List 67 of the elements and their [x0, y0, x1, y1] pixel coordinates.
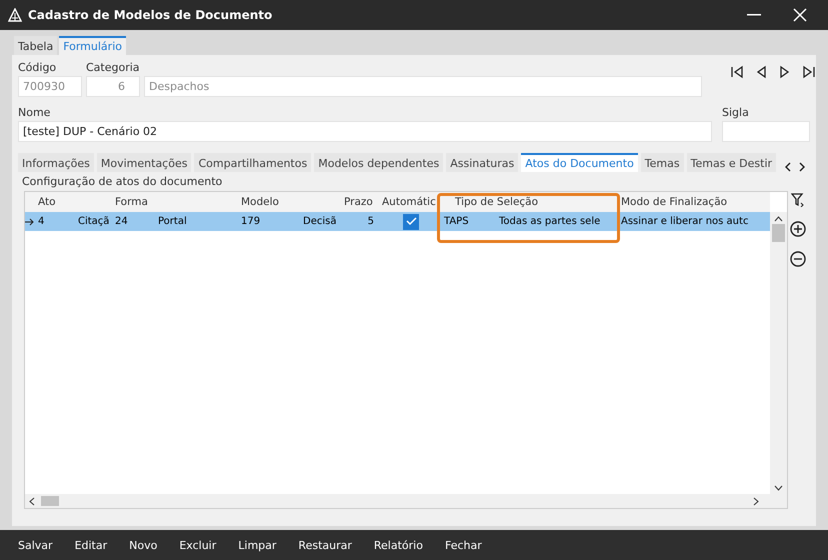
horizontal-scrollbar[interactable] [25, 494, 787, 508]
action-button[interactable]: Fechar [444, 538, 482, 552]
table-cell-text: 179 [240, 216, 262, 227]
scroll-right-icon[interactable] [799, 162, 806, 172]
tab[interactable]: Informações [18, 153, 94, 172]
table-cell-text: Assinar e liberar nos autc [620, 216, 748, 227]
tab[interactable]: Temas e Destir [686, 153, 776, 172]
logo-icon [8, 8, 22, 22]
scroll-thumb[interactable] [772, 224, 785, 242]
table-cell-text: Decisã [302, 216, 336, 227]
tab[interactable]: Compartilhamentos [194, 153, 312, 172]
remove-icon[interactable] [790, 251, 806, 267]
column-header[interactable]: Automátic [380, 196, 436, 208]
previous-record-icon[interactable] [754, 65, 768, 79]
action-button[interactable]: Restaurar [298, 538, 352, 552]
scroll-left-icon[interactable] [29, 496, 35, 506]
column-header[interactable]: Prazo [342, 196, 373, 208]
last-record-icon[interactable] [802, 65, 816, 79]
tab[interactable]: Temas [640, 153, 684, 172]
action-button[interactable]: Relatório [374, 538, 423, 552]
tab[interactable]: Tabela [14, 36, 58, 55]
tab[interactable]: Assinaturas [446, 153, 518, 172]
checkmark-icon [406, 217, 416, 226]
field-label: Categoria [86, 61, 140, 74]
field-label: Sigla [722, 106, 750, 119]
name-field[interactable]: [teste] DUP - Cenário 02 [18, 121, 712, 142]
action-button[interactable]: Salvar [18, 538, 53, 552]
scroll-right-icon[interactable] [753, 496, 759, 506]
tab[interactable]: Movimentações [96, 153, 192, 172]
column-header[interactable]: Modelo [239, 196, 279, 208]
table-row[interactable]: 4 Citaçã 24 Portal 179 Decisã 5 TAPS Todas as partes sele Assinar e liberar nos autc [25, 212, 770, 231]
minimize-icon[interactable] [747, 14, 761, 16]
scroll-up-icon[interactable] [774, 216, 783, 222]
column-header[interactable]: Modo de Finalização [619, 196, 728, 208]
table-cell-text: 4 [37, 216, 46, 227]
action-button[interactable]: Editar [74, 538, 108, 552]
first-record-icon[interactable] [730, 65, 744, 79]
scroll-thumb[interactable] [41, 496, 59, 506]
action-button[interactable]: Novo [129, 538, 158, 552]
checkbox[interactable] [403, 214, 419, 230]
action-button[interactable]: Limpar [238, 538, 276, 552]
current-row-icon [25, 218, 34, 226]
field-label: Nome [18, 106, 52, 119]
tab[interactable]: Modelos dependentes [314, 153, 444, 172]
close-icon[interactable] [793, 8, 807, 22]
column-header[interactable]: Ato [36, 196, 56, 208]
table-cell-text: Portal [157, 216, 187, 227]
table-cell-text: Todas as partes sele [498, 216, 600, 227]
next-record-icon[interactable] [778, 65, 792, 79]
table-cell-text: 5 [368, 216, 375, 227]
table-cell-text: 24 [114, 216, 129, 227]
vertical-scrollbar[interactable] [770, 212, 787, 494]
column-header[interactable]: Tipo de Seleção [442, 196, 538, 208]
field-label: Código [18, 61, 58, 74]
acronym-field[interactable] [722, 121, 810, 142]
table-cell-text: TAPS [443, 216, 470, 227]
scroll-down-icon[interactable] [774, 485, 783, 491]
tab[interactable]: Formulário [59, 36, 126, 55]
scroll-left-icon[interactable] [785, 162, 792, 172]
table-cell-text: Citaçã [77, 216, 110, 227]
action-button[interactable]: Excluir [179, 538, 216, 552]
window-title: Cadastro de Modelos de Documento [28, 8, 274, 22]
section-title: Configuração de atos do documento [22, 175, 224, 188]
filter-icon[interactable] [791, 193, 805, 207]
tab[interactable]: Atos do Documento [521, 153, 638, 172]
column-header[interactable]: Forma [113, 196, 148, 208]
add-icon[interactable] [790, 221, 806, 237]
